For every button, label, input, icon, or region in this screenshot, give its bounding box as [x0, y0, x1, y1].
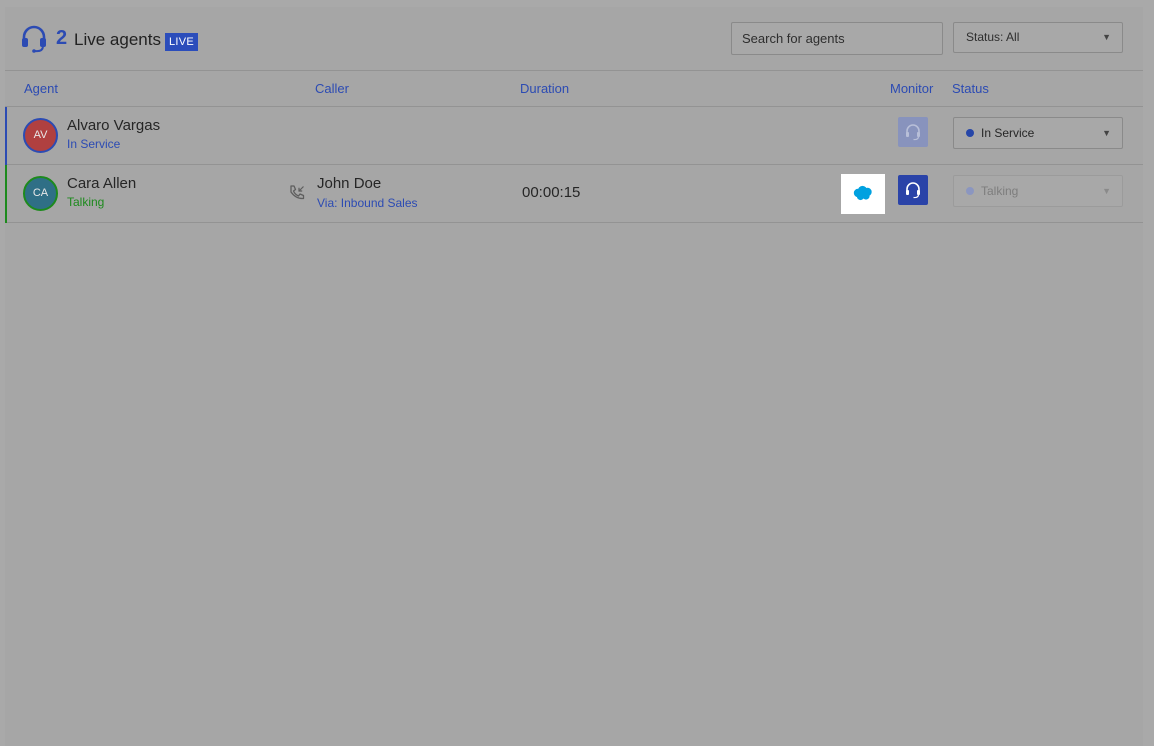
chevron-down-icon: ▼	[1102, 128, 1111, 138]
table-row[interactable]: AV Alvaro Vargas In Service In Service ▼	[5, 107, 1143, 165]
agent-status-value: Talking	[981, 184, 1019, 198]
agent-name: Cara Allen	[67, 175, 137, 192]
agent-name: Alvaro Vargas	[67, 117, 161, 134]
column-caller[interactable]: Caller	[315, 81, 349, 96]
incoming-call-icon	[290, 185, 305, 200]
monitor-button[interactable]	[898, 175, 928, 205]
row-status-bar	[5, 107, 7, 165]
agent-status-select[interactable]: Talking ▼	[953, 175, 1123, 207]
status-filter-select[interactable]: Status: All ▼	[953, 22, 1123, 53]
live-agents-panel: 2 Live agents LIVE Status: All ▼ Agent C…	[5, 7, 1143, 746]
caller-name: John Doe	[317, 175, 382, 192]
panel-header: 2 Live agents LIVE Status: All ▼	[5, 7, 1143, 71]
row-status-bar	[5, 165, 7, 223]
status-dot	[966, 129, 974, 137]
status-filter-value: Status: All	[966, 30, 1020, 44]
headset-icon	[22, 25, 46, 53]
headset-icon	[906, 182, 920, 199]
monitor-button[interactable]	[898, 117, 928, 147]
table-row[interactable]: CA Cara Allen Talking John Doe Via: Inbo…	[5, 165, 1143, 223]
column-agent[interactable]: Agent	[24, 81, 58, 96]
headset-icon	[906, 124, 920, 141]
live-badge: LIVE	[165, 33, 199, 51]
column-monitor[interactable]: Monitor	[890, 81, 933, 96]
status-dot	[966, 187, 974, 195]
column-duration[interactable]: Duration	[520, 81, 569, 96]
table-header: Agent Caller Duration Monitor Status	[5, 71, 1143, 107]
caller-via: Via: Inbound Sales	[317, 196, 418, 210]
column-status[interactable]: Status	[952, 81, 989, 96]
agent-status-value: In Service	[981, 126, 1035, 140]
live-agent-count: 2	[56, 27, 68, 49]
search-agents-input[interactable]	[731, 22, 943, 55]
chevron-down-icon: ▼	[1102, 186, 1111, 196]
agent-state: In Service	[67, 137, 121, 151]
agent-state: Talking	[67, 195, 105, 209]
agent-status-select[interactable]: In Service ▼	[953, 117, 1123, 149]
chevron-down-icon: ▼	[1102, 32, 1111, 42]
call-duration: 00:00:15	[522, 184, 581, 201]
salesforce-cloud-icon	[853, 185, 872, 201]
page-title: Live agents	[74, 30, 161, 49]
avatar: CA	[23, 176, 58, 211]
avatar: AV	[23, 118, 58, 153]
salesforce-button[interactable]	[841, 174, 885, 214]
